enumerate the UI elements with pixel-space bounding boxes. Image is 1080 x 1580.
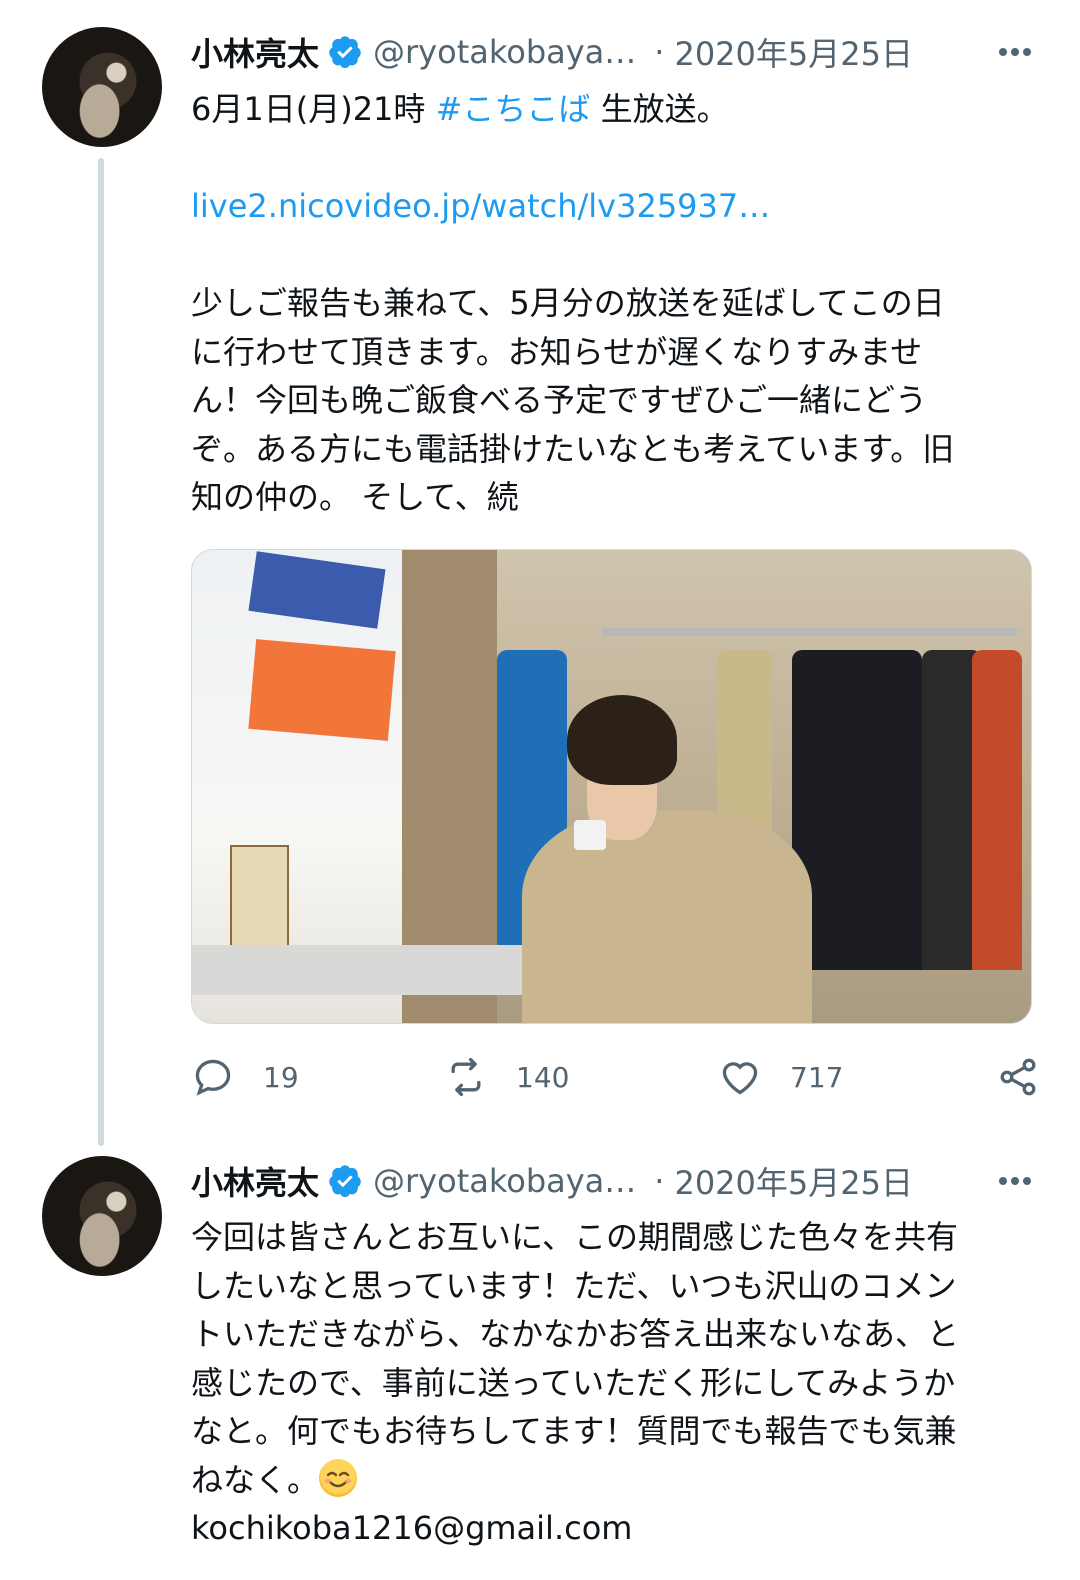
author-handle[interactable]: @ryotakobaya… <box>373 33 636 71</box>
text-segment: 少しご報告も兼ねて、5月分の放送を延ばしてこの日 <box>191 284 945 322</box>
text-segment: トいただきながら、なかなかお答え出来ないなあ、と <box>191 1315 960 1353</box>
more-options-icon[interactable] <box>990 1156 1040 1206</box>
photo-clothes-rack <box>602 628 1017 636</box>
text-segment: 6月1日(月)21時 <box>191 90 436 128</box>
verified-badge-icon <box>329 36 361 69</box>
text-line: に行わせて頂きます。お知らせが遅くなりすみませ <box>191 328 1031 377</box>
retweet-button[interactable]: 140 <box>444 1055 718 1099</box>
verified-badge-icon <box>329 1165 361 1198</box>
text-segment: ぞ。ある方にも電話掛けたいなとも考えています。旧 <box>191 429 955 468</box>
tweet[interactable]: 小林亮太 @ryotakobaya… · 2020年5月25日 今回は皆さんとお… <box>0 1150 1080 1580</box>
text-line: kochikoba1216@gmail.com <box>191 1504 1031 1553</box>
text-segment: ん！今回も晩ご飯食べる予定ですぜひご一緒にどう <box>191 381 928 419</box>
url-link[interactable]: live2.nicovideo.jp/watch/lv325937… <box>191 187 770 225</box>
text-line: ぞ。ある方にも電話掛けたいなとも考えています。旧 <box>191 425 1031 474</box>
reply-count: 19 <box>263 1060 299 1094</box>
more-options-icon[interactable] <box>990 27 1040 77</box>
text-segment: 感じたので、事前に送っていただく形にしてみようか <box>191 1363 956 1402</box>
text-line: 少しご報告も兼ねて、5月分の放送を延ばしてこの日 <box>191 279 1031 328</box>
retweet-icon <box>451 1057 481 1097</box>
tweet-actions: 19 140 717 <box>191 1052 1040 1102</box>
text-segment: ねなく。 <box>191 1460 320 1499</box>
author-name[interactable]: 小林亮太 <box>191 29 319 75</box>
text-segment: 知の仲の。 そして、続 <box>191 478 519 516</box>
text-line: live2.nicovideo.jp/watch/lv325937… <box>191 182 1031 231</box>
text-line: 6月1日(月)21時 #こちこば 生放送。 <box>191 85 1031 134</box>
text-line: したいなと思っています！ただ、いつも沢山のコメン <box>191 1262 1031 1311</box>
author-name[interactable]: 小林亮太 <box>191 1158 319 1204</box>
share-button[interactable] <box>996 1055 1040 1099</box>
photo-person-jacket <box>522 810 812 1023</box>
text-line <box>191 231 1031 280</box>
tweet-date[interactable]: 2020年5月25日 <box>674 1158 913 1204</box>
avatar[interactable] <box>42 27 162 147</box>
tweet[interactable]: 小林亮太 @ryotakobaya… · 2020年5月25日 6月1日(月)2… <box>0 0 1080 1150</box>
tweet-date[interactable]: 2020年5月25日 <box>674 29 913 75</box>
like-button[interactable]: 717 <box>718 1055 918 1099</box>
photo-orange-paper <box>248 639 396 741</box>
text-segment: kochikoba1216@gmail.com <box>191 1509 633 1547</box>
text-line: 知の仲の。 そして、続 <box>191 473 1031 522</box>
tweet-text: 今回は皆さんとお互いに、この期間感じた色々を共有 したいなと思っています！ただ、い… <box>191 1213 1031 1553</box>
text-segment: 今回は皆さんとお互いに、この期間感じた色々を共有 <box>191 1218 959 1256</box>
text-line: ん！今回も晩ご飯食べる予定ですぜひご一緒にどう <box>191 376 1031 425</box>
retweet-count: 140 <box>516 1060 570 1094</box>
photo-person-hair <box>567 695 677 785</box>
text-line: トいただきながら、なかなかお答え出来ないなあ、と <box>191 1310 1031 1359</box>
tweet-photo[interactable] <box>191 549 1032 1024</box>
text-line: 感じたので、事前に送っていただく形にしてみようか <box>191 1359 1031 1408</box>
text-line: なと。何でもお待ちしてます！質問でも報告でも気兼 <box>191 1407 1031 1456</box>
text-line: 今回は皆さんとお互いに、この期間感じた色々を共有 <box>191 1213 1031 1262</box>
heart-icon <box>722 1062 758 1095</box>
author-handle[interactable]: @ryotakobaya… <box>373 1162 636 1200</box>
text-segment: 生放送。 <box>590 90 729 128</box>
photo-cup <box>574 820 606 850</box>
reply-icon <box>195 1059 231 1096</box>
text-segment: したいなと思っています！ただ、いつも沢山のコメン <box>191 1266 957 1305</box>
tweet-header: 小林亮太 @ryotakobaya… · 2020年5月25日 <box>191 27 1040 77</box>
avatar[interactable] <box>42 1156 162 1276</box>
hashtag-link[interactable]: #こちこば <box>436 90 591 128</box>
separator-dot: · <box>654 33 665 71</box>
share-icon <box>1000 1058 1036 1096</box>
separator-dot: · <box>654 1162 665 1200</box>
like-count: 717 <box>790 1060 844 1094</box>
thread-line <box>98 158 104 1146</box>
tweet-text: 6月1日(月)21時 #こちこば 生放送。 live2.nicovideo.jp/… <box>191 85 1031 522</box>
text-line: ねなく。 <box>191 1456 1031 1505</box>
text-segment: なと。何でもお待ちしてます！質問でも報告でも気兼 <box>191 1412 957 1450</box>
photo-shirt <box>972 650 1022 970</box>
smiling-face-emoji-icon <box>319 1458 358 1497</box>
tweet-header: 小林亮太 @ryotakobaya… · 2020年5月25日 <box>191 1156 1040 1206</box>
reply-button[interactable]: 19 <box>191 1055 444 1099</box>
text-segment: に行わせて頂きます。お知らせが遅くなりすみませ <box>191 332 923 371</box>
text-line <box>191 134 1031 183</box>
